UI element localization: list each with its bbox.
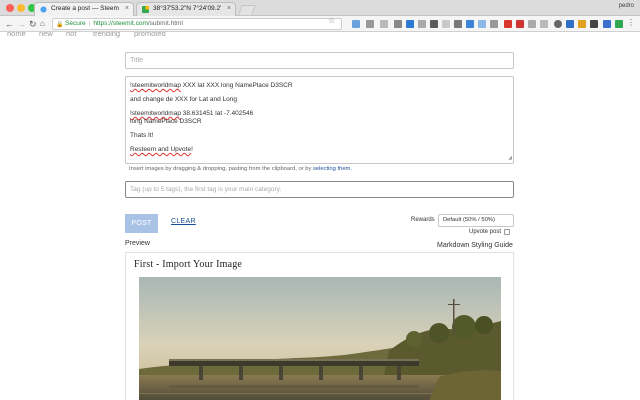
- nav-item-home[interactable]: home: [7, 32, 26, 38]
- home-icon[interactable]: ⌂: [40, 18, 45, 30]
- nav-item-hot[interactable]: hot: [66, 32, 76, 38]
- back-arrow-icon[interactable]: ←: [5, 18, 14, 30]
- bookmark-star-icon[interactable]: ☆: [328, 16, 335, 25]
- site-nav: home new hot trending promoted: [0, 32, 640, 40]
- tab-maps[interactable]: 38°37'53.2"N 7°24'09.2"W ×: [136, 2, 236, 16]
- extension-icon[interactable]: [490, 20, 498, 28]
- extension-icon[interactable]: [578, 20, 586, 28]
- rewards-select[interactable]: Default (50% / 50%): [438, 214, 514, 227]
- body-line: Resteem and Upvote!: [130, 146, 193, 153]
- profile-name[interactable]: pedro: [619, 3, 634, 9]
- browser-menu-icon[interactable]: ⋮: [627, 18, 635, 27]
- url-host: https://steemit.com: [93, 20, 148, 27]
- body-line: long NamePlace D3SCR: [130, 118, 202, 125]
- extension-icon[interactable]: [366, 20, 374, 28]
- preview-label: Preview: [125, 240, 150, 247]
- tags-input[interactable]: [125, 181, 514, 198]
- lock-icon: 🔒: [56, 22, 64, 28]
- body-line: and change de XXX for Lat and Long: [130, 96, 237, 103]
- maps-favicon-icon: [142, 6, 149, 13]
- close-tab-icon[interactable]: ×: [125, 3, 129, 15]
- extension-icon[interactable]: [540, 20, 548, 28]
- close-tab-icon[interactable]: ×: [227, 3, 231, 15]
- nav-item-trending[interactable]: trending: [93, 32, 120, 38]
- extension-icon[interactable]: [528, 20, 536, 28]
- url-path: /submit.html: [147, 20, 183, 27]
- body-line: !steemitworldmap XXX lat XXX long NamePl…: [130, 82, 293, 89]
- minimize-window-button[interactable]: [17, 4, 25, 12]
- extension-icon[interactable]: [380, 20, 388, 28]
- extension-icon[interactable]: [418, 20, 426, 28]
- extension-icon[interactable]: [430, 20, 438, 28]
- post-body-textarea[interactable]: !steemitworldmap XXX lat XXX long NamePl…: [125, 76, 514, 164]
- title-input[interactable]: [125, 52, 514, 69]
- upvote-label: Upvote post: [469, 229, 502, 235]
- extension-icon[interactable]: [352, 20, 360, 28]
- browser-tab-strip: Create a post — Steemit × 38°37'53.2"N 7…: [0, 0, 640, 16]
- body-line: Thats It!: [130, 132, 154, 139]
- close-window-button[interactable]: [6, 4, 14, 12]
- preview-post-title: First - Import Your Image: [134, 259, 243, 270]
- extension-icon[interactable]: [516, 20, 524, 28]
- nav-item-promoted[interactable]: promoted: [134, 32, 166, 38]
- extension-icon[interactable]: [442, 20, 450, 28]
- select-images-link[interactable]: selecting them.: [313, 166, 352, 172]
- tab-label: 38°37'53.2"N 7°24'09.2"W: [153, 5, 221, 12]
- extension-icon[interactable]: [554, 20, 562, 28]
- body-line: !steemitworldmap 38.631451 lat -7.402546: [130, 110, 254, 117]
- markdown-guide-link[interactable]: Markdown Styling Guide: [437, 242, 513, 249]
- reload-icon[interactable]: ↻: [29, 18, 37, 30]
- secure-label: Secure: [65, 20, 86, 27]
- rewards-label: Rewards: [411, 217, 435, 223]
- address-bar[interactable]: 🔒 Secure | https://steemit.com/submit.html: [52, 18, 342, 30]
- bridge-landscape-photo: [139, 277, 501, 400]
- tab-label: Create a post — Steemit: [51, 5, 119, 12]
- nav-item-new[interactable]: new: [39, 32, 53, 38]
- preview-image: [139, 277, 501, 400]
- upvote-checkbox[interactable]: [504, 229, 510, 235]
- extension-icon[interactable]: [603, 20, 611, 28]
- forward-arrow-icon[interactable]: →: [17, 18, 26, 30]
- preview-pane: First - Import Your Image: [125, 252, 514, 400]
- new-tab-button[interactable]: [238, 5, 256, 15]
- clear-button[interactable]: CLEAR: [171, 218, 196, 225]
- extension-icon[interactable]: [466, 20, 474, 28]
- extension-icon[interactable]: [394, 20, 402, 28]
- post-button[interactable]: POST: [125, 214, 158, 233]
- extension-icon[interactable]: [615, 20, 623, 28]
- extension-icon[interactable]: [478, 20, 486, 28]
- extension-icon[interactable]: [566, 20, 574, 28]
- tab-steemit[interactable]: Create a post — Steemit ×: [34, 2, 134, 16]
- extension-icon[interactable]: [590, 20, 598, 28]
- extension-icon[interactable]: [454, 20, 462, 28]
- steemit-favicon-icon: [40, 6, 47, 13]
- resize-handle-icon[interactable]: ◢: [508, 154, 512, 162]
- image-drop-hint: Insert images by dragging & dropping, pa…: [129, 166, 352, 172]
- browser-toolbar: ← → ↻ ⌂ 🔒 Secure | https://steemit.com/sub…: [0, 16, 640, 32]
- extension-icon[interactable]: [504, 20, 512, 28]
- extension-icon[interactable]: [406, 20, 414, 28]
